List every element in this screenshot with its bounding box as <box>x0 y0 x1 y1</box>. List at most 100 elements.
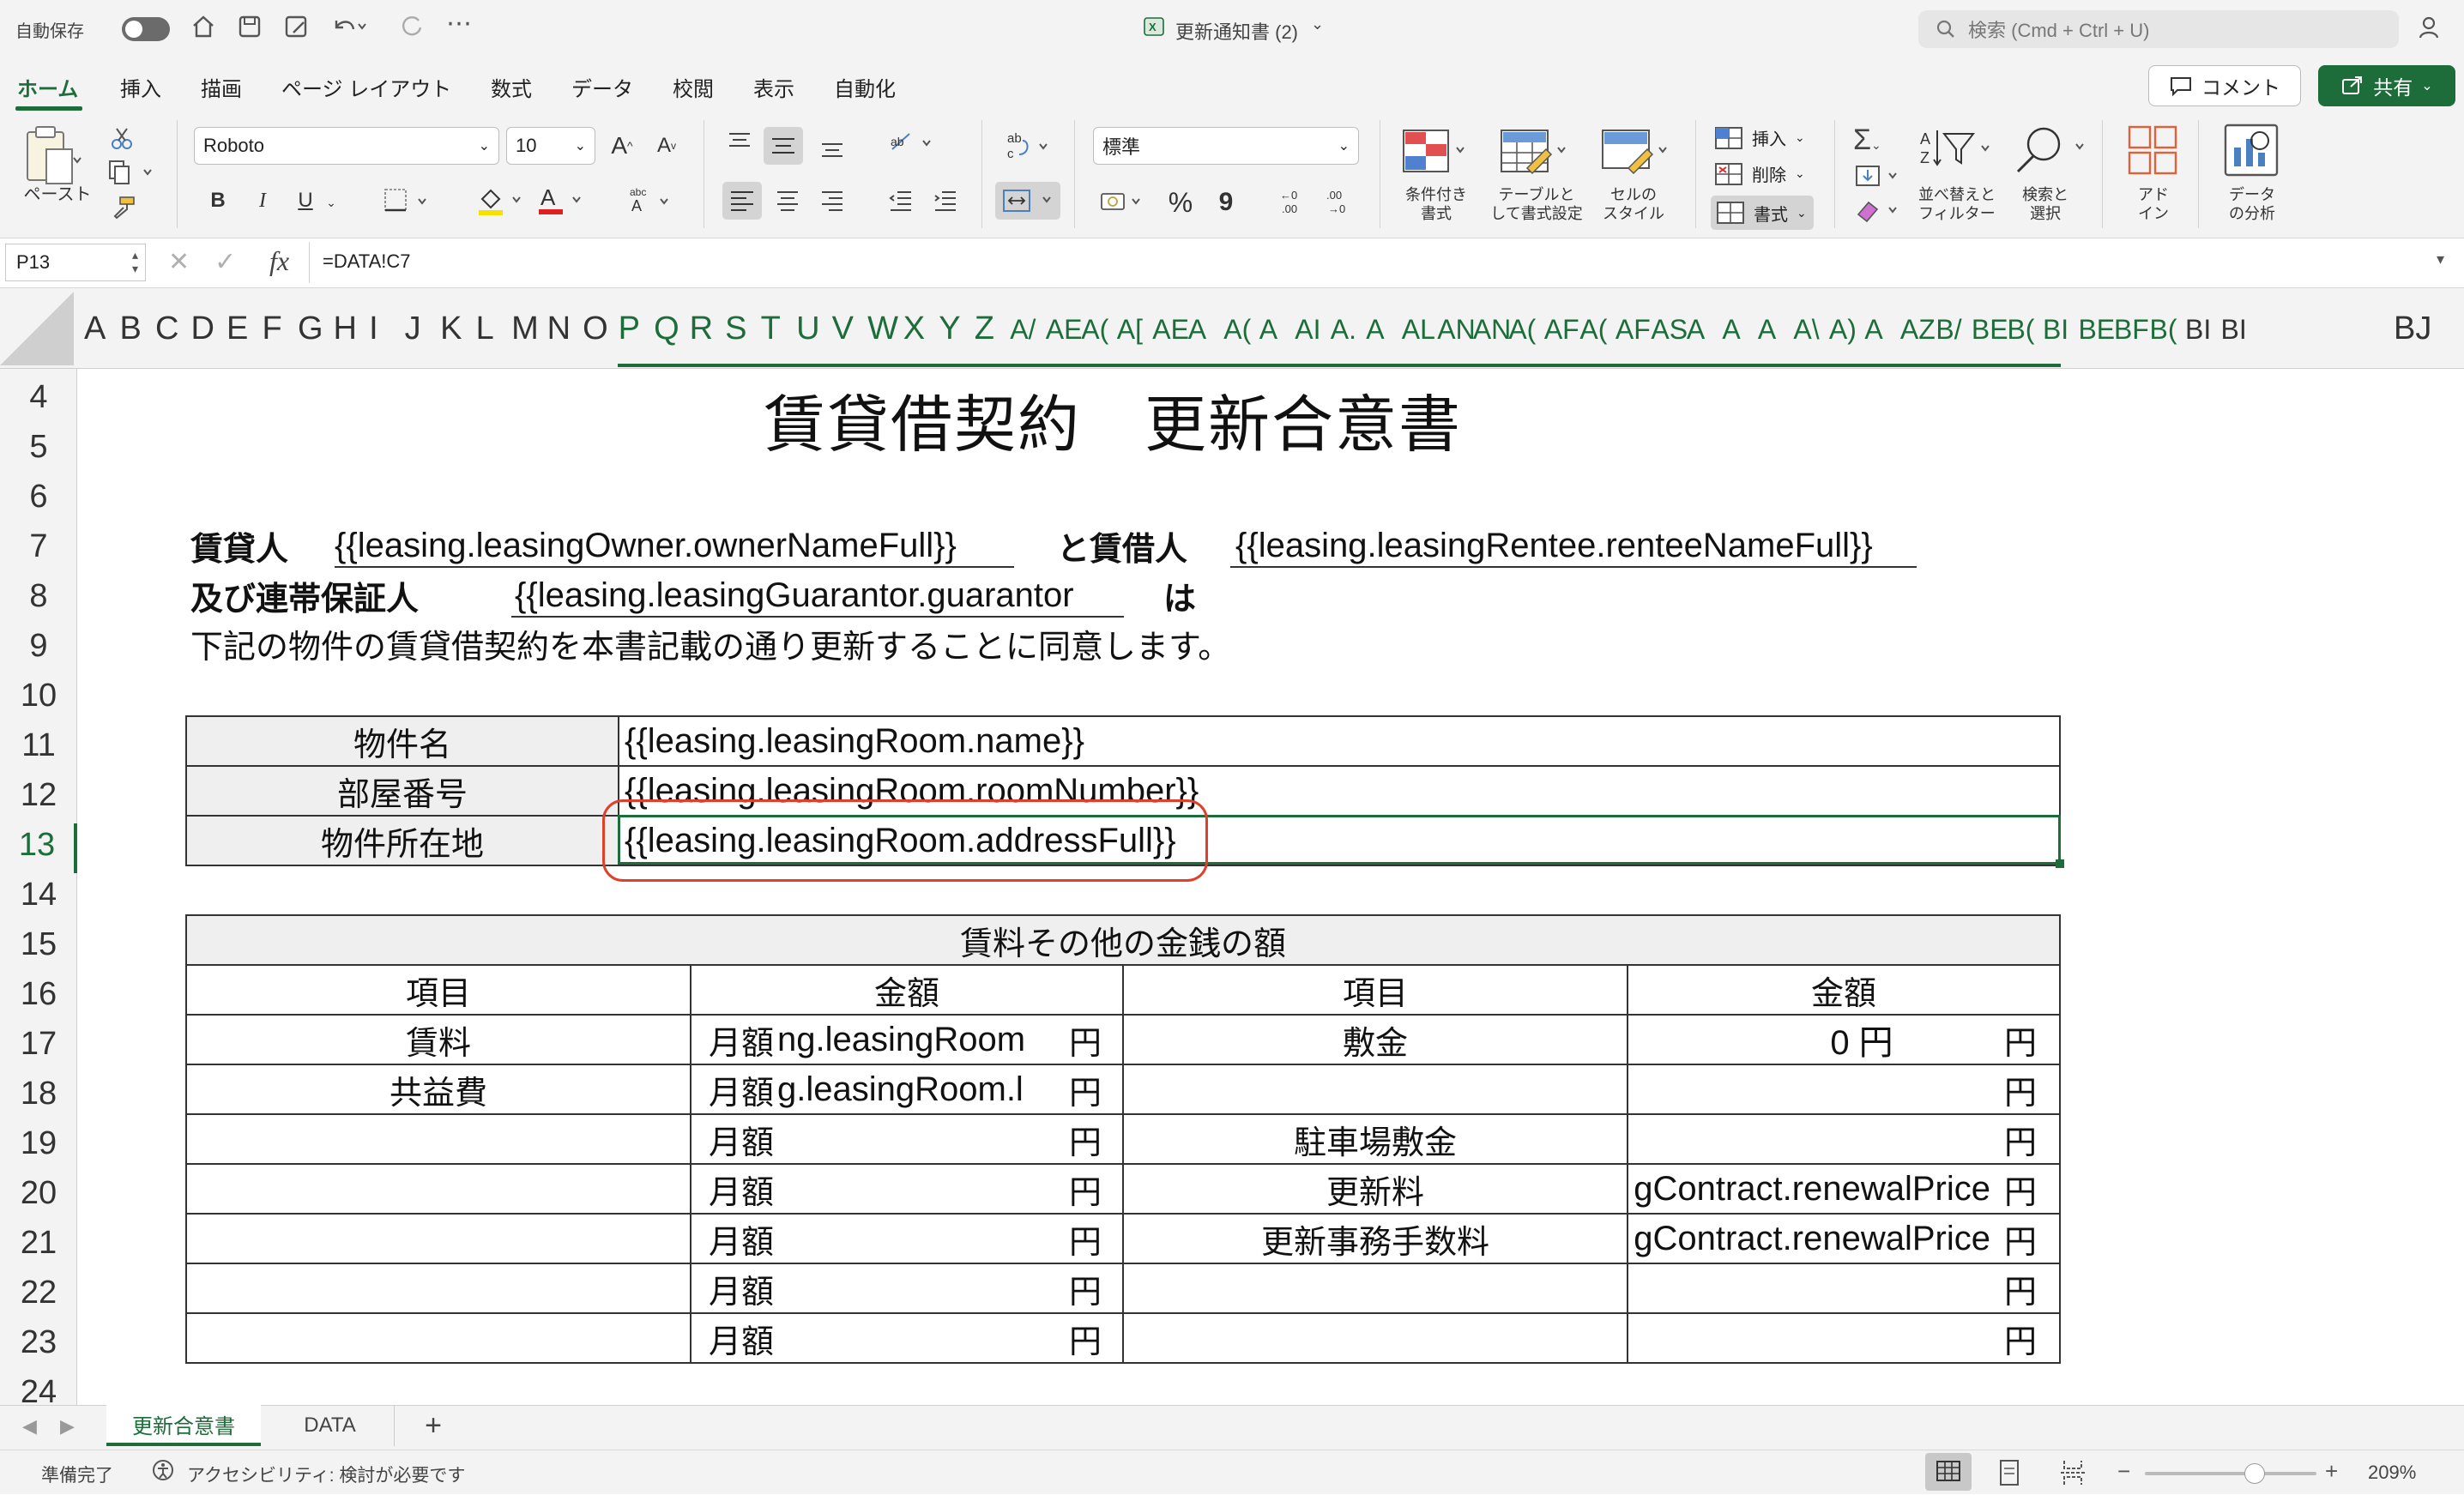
row-header[interactable]: 18 <box>0 1072 77 1122</box>
normal-view-button[interactable] <box>1925 1453 1972 1491</box>
align-center-icon[interactable] <box>774 187 801 219</box>
left-amount-value[interactable] <box>777 1314 1060 1362</box>
orientation-icon[interactable]: ab <box>887 127 939 162</box>
tab-draw[interactable]: 描画 <box>201 72 242 102</box>
increase-decimal-icon[interactable]: ←0.00 <box>1278 187 1313 220</box>
sheet-tab-renewal[interactable]: 更新合意書 <box>106 1405 261 1446</box>
italic-button[interactable]: I <box>252 185 273 216</box>
font-color-icon[interactable]: A <box>537 184 589 220</box>
cancel-icon[interactable]: ✕ <box>168 247 190 277</box>
column-header[interactable]: BI <box>2220 314 2246 346</box>
delete-cells-button[interactable]: 削除 ⌄ <box>1714 161 1805 186</box>
column-header[interactable]: T <box>761 310 781 347</box>
column-header[interactable]: BF <box>2114 314 2149 346</box>
share-button[interactable]: 共有 ⌄ <box>2318 65 2455 106</box>
align-bottom-icon[interactable] <box>818 132 846 164</box>
chevron-down-icon[interactable]: ⌄ <box>319 187 343 218</box>
column-header[interactable]: A( <box>1508 314 1536 346</box>
column-header[interactable]: AS <box>1651 314 1688 346</box>
formula-input[interactable]: =DATA!C7 <box>323 250 411 273</box>
tab-automate[interactable]: 自動化 <box>834 72 896 102</box>
row-header[interactable]: 6 <box>0 475 77 525</box>
borders-icon[interactable] <box>383 187 434 219</box>
cut-icon[interactable] <box>110 125 136 155</box>
lessor-value[interactable]: {{leasing.leasingOwner.ownerNameFull}} <box>335 521 957 570</box>
right-amount-value[interactable] <box>1630 1264 1990 1312</box>
row-header[interactable]: 12 <box>0 774 77 823</box>
fill-icon[interactable] <box>1853 163 1905 193</box>
column-header[interactable]: H <box>334 310 357 347</box>
column-header[interactable]: A( <box>1579 314 1607 346</box>
expand-formula-icon[interactable]: ▾ <box>2437 250 2444 268</box>
font-name-select[interactable]: Roboto ⌄ <box>194 127 499 165</box>
decrease-font-icon[interactable]: Av <box>652 129 681 163</box>
column-header[interactable]: AZ <box>1900 314 1936 346</box>
row-header[interactable]: 21 <box>0 1221 77 1271</box>
property-name-value[interactable]: {{leasing.leasingRoom.name}} <box>625 717 1084 765</box>
column-header[interactable]: A[ <box>1117 314 1143 346</box>
tab-review[interactable]: 校閲 <box>673 72 714 102</box>
fill-color-icon[interactable] <box>477 185 528 220</box>
row-header[interactable]: 5 <box>0 425 77 475</box>
name-box[interactable]: P13 ▴ ▾ <box>5 244 146 281</box>
column-header[interactable]: A <box>1188 314 1206 346</box>
account-icon[interactable] <box>2418 14 2445 41</box>
column-header[interactable]: A <box>1259 314 1277 346</box>
column-header[interactable]: G <box>298 310 323 347</box>
search-box[interactable]: 検索 (Cmd + Ctrl + U) <box>1918 10 2399 48</box>
tab-page-layout[interactable]: ページ レイアウト <box>281 72 451 102</box>
column-header[interactable]: J <box>405 310 421 347</box>
column-header[interactable]: AE <box>1046 314 1083 346</box>
column-header[interactable]: M <box>511 310 539 347</box>
guarantor-value[interactable]: {{leasing.leasingGuarantor.guarantor <box>515 571 1124 619</box>
file-name[interactable]: 更新通知書 (2) <box>1175 17 1298 45</box>
left-amount-value[interactable]: ng.leasingRoom <box>777 1016 1060 1064</box>
right-amount-value[interactable]: gContract.renewalPrice <box>1630 1215 1990 1263</box>
zoom-in-icon[interactable]: + <box>2325 1458 2338 1485</box>
underline-button[interactable]: U <box>295 185 316 216</box>
tab-formulas[interactable]: 数式 <box>491 72 532 102</box>
save-as-icon[interactable] <box>283 14 309 39</box>
insert-function-icon[interactable]: fx <box>269 245 289 277</box>
column-header[interactable]: Z <box>975 310 994 347</box>
insert-cells-button[interactable]: 挿入 ⌄ <box>1714 125 1805 150</box>
find-select-icon[interactable] <box>2011 124 2088 183</box>
more-icon[interactable]: ⋯ <box>446 9 472 39</box>
column-header[interactable]: BI <box>2043 314 2068 346</box>
addin-icon[interactable] <box>2126 124 2181 183</box>
autosum-icon[interactable]: Σ⌄ <box>1853 124 1881 157</box>
zoom-level[interactable]: 209% <box>2368 1462 2416 1484</box>
align-right-icon[interactable] <box>818 187 846 219</box>
row-header[interactable]: 11 <box>0 724 77 774</box>
format-painter-icon[interactable] <box>110 196 137 227</box>
merge-center-icon[interactable] <box>995 182 1060 220</box>
table-format-icon[interactable] <box>1498 127 1570 183</box>
row-header[interactable]: 10 <box>0 674 77 724</box>
next-sheet-icon[interactable]: ▶ <box>60 1415 75 1438</box>
clear-icon[interactable] <box>1853 197 1905 227</box>
sort-filter-icon[interactable]: AZ <box>1918 125 1996 181</box>
confirm-icon[interactable]: ✓ <box>214 247 236 277</box>
font-size-select[interactable]: 10 ⌄ <box>506 127 595 165</box>
accessibility-icon[interactable] <box>151 1458 178 1490</box>
right-amount-value[interactable]: gContract.renewalPrice <box>1630 1165 1990 1213</box>
column-header[interactable]: W <box>867 310 898 347</box>
left-amount-value[interactable] <box>777 1165 1060 1213</box>
column-header[interactable]: A( <box>1223 314 1251 346</box>
column-header[interactable]: Q <box>654 310 679 347</box>
column-header[interactable]: BE <box>2078 314 2115 346</box>
column-header[interactable]: V <box>832 310 854 347</box>
redo-icon[interactable] <box>400 14 426 39</box>
row-header[interactable]: 14 <box>0 873 77 923</box>
zoom-slider-knob[interactable] <box>2244 1463 2265 1484</box>
column-header[interactable]: A <box>1687 314 1705 346</box>
conditional-format-icon[interactable] <box>1400 127 1469 183</box>
row-header[interactable]: 20 <box>0 1172 77 1221</box>
column-header[interactable]: A <box>1864 314 1882 346</box>
analyze-data-icon[interactable] <box>2222 122 2282 186</box>
accounting-format-icon[interactable] <box>1098 187 1150 220</box>
page-layout-view-icon[interactable] <box>1996 1458 2023 1492</box>
sheet-tab-data[interactable]: DATA <box>266 1405 395 1446</box>
row-header[interactable]: 23 <box>0 1321 77 1371</box>
tab-home[interactable]: ホーム <box>17 72 78 102</box>
